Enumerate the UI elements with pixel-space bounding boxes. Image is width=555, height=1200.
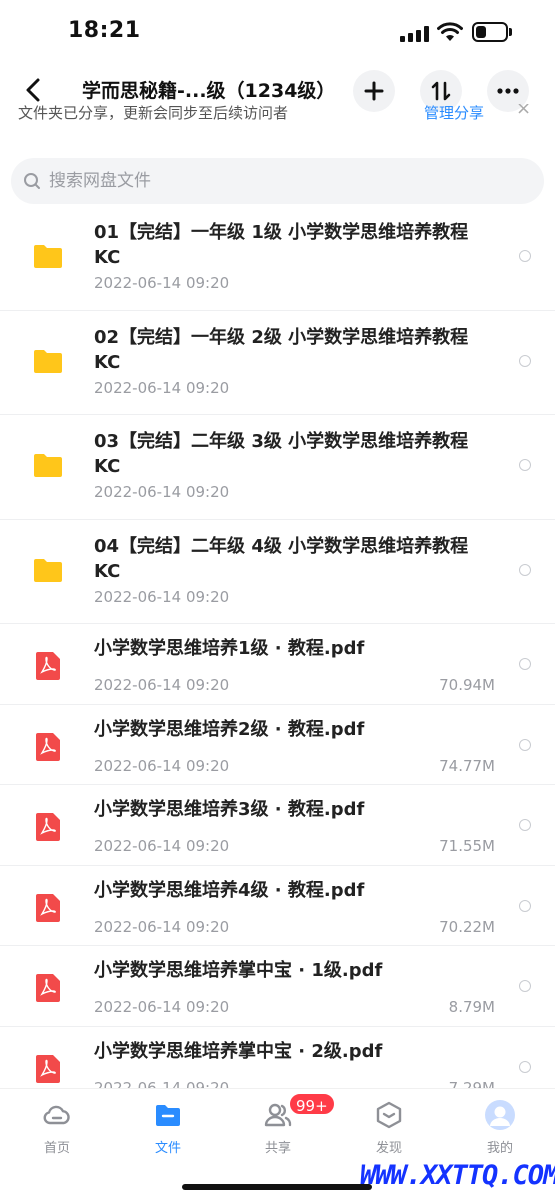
select-radio[interactable] <box>519 899 531 912</box>
file-row[interactable]: 小学数学思维培养3级 · 教程.pdf 2022-06-14 09:20 71.55… <box>0 785 555 866</box>
file-date: 2022-06-14 09:20 <box>94 998 230 1016</box>
tab-discover[interactable]: 发现 <box>349 1099 429 1159</box>
tab-me[interactable]: 我的 <box>460 1099 540 1159</box>
file-date: 2022-06-14 09:20 <box>94 587 230 606</box>
file-size: 70.22M <box>439 917 495 936</box>
file-date: 2022-06-14 09:20 <box>94 837 230 855</box>
file-row[interactable]: 小学数学思维培养掌中宝 · 1级.pdf 2022-06-14 09:20 8.79… <box>0 946 555 1027</box>
select-radio[interactable] <box>519 819 531 831</box>
page-title: 学而思秘籍-...级（1234级） <box>82 80 336 102</box>
folder-icon <box>34 453 62 477</box>
file-name: 01【完结】一年级 1级 小学数学思维培养教程 KC <box>94 222 469 268</box>
tab-share-label: 共享 <box>264 1141 291 1156</box>
select-radio[interactable] <box>519 354 531 367</box>
avatar-icon <box>485 1100 515 1130</box>
watermark: WWW.XXTTQ.COM <box>360 1160 555 1191</box>
discover-box-icon <box>376 1101 402 1129</box>
pdf-icon <box>36 813 60 841</box>
file-date: 2022-06-14 09:20 <box>94 1078 230 1089</box>
file-row[interactable]: 小学数学思维培养掌中宝 · 2级.pdf 2022-06-14 09:20 7.29… <box>0 1027 555 1089</box>
more-dots-icon <box>497 88 519 94</box>
manage-share-link[interactable]: 管理分享 <box>424 104 484 123</box>
close-icon[interactable]: × <box>516 104 531 119</box>
file-size: 71.55M <box>439 837 495 855</box>
share-count-badge: 99+ <box>288 1092 336 1116</box>
battery-icon <box>472 22 508 42</box>
pdf-icon <box>36 1054 60 1083</box>
file-date: 2022-06-14 09:20 <box>94 917 230 936</box>
select-radio[interactable] <box>519 1060 531 1073</box>
file-name: 02【完结】一年级 2级 小学数学思维培养教程 KC <box>94 326 469 373</box>
file-date: 2022-06-14 09:20 <box>94 274 230 292</box>
pdf-icon <box>36 893 60 922</box>
file-name: 04【完结】二年级 4级 小学数学思维培养教程 KC <box>94 535 469 582</box>
file-size: 8.79M <box>448 998 495 1016</box>
file-date: 2022-06-14 09:20 <box>94 483 230 501</box>
home-indicator <box>182 1184 372 1190</box>
tab-home-label: 首页 <box>43 1141 70 1156</box>
file-size: 70.94M <box>439 676 495 694</box>
select-radio[interactable] <box>519 738 531 751</box>
wifi-icon <box>437 22 463 41</box>
pdf-icon <box>36 732 60 761</box>
file-name: 小学数学思维培养2级 · 教程.pdf <box>94 718 365 740</box>
folder-row[interactable]: 03【完结】二年级 3级 小学数学思维培养教程 KC 2022-06-14 09:… <box>0 415 555 520</box>
pdf-icon <box>36 974 60 1002</box>
file-name: 小学数学思维培养掌中宝 · 1级.pdf <box>94 960 383 981</box>
file-name: 小学数学思维培养4级 · 教程.pdf <box>94 879 365 901</box>
search-icon <box>24 173 40 189</box>
folder-icon <box>34 558 62 582</box>
select-radio[interactable] <box>519 459 531 471</box>
select-radio[interactable] <box>519 250 531 262</box>
file-row[interactable]: 小学数学思维培养2级 · 教程.pdf 2022-06-14 09:20 74.77… <box>0 705 555 785</box>
folder-row[interactable]: 04【完结】二年级 4级 小学数学思维培养教程 KC 2022-06-14 09:… <box>0 520 555 624</box>
select-radio[interactable] <box>519 980 531 992</box>
select-radio[interactable] <box>519 563 531 576</box>
tab-files[interactable]: 文件 <box>128 1099 208 1159</box>
sort-arrows-icon <box>431 81 451 101</box>
file-name: 03【完结】二年级 3级 小学数学思维培养教程 KC <box>94 431 469 477</box>
tab-me-label: 我的 <box>486 1141 513 1156</box>
signal-icon <box>400 26 430 42</box>
folder-row[interactable]: 01【完结】一年级 1级 小学数学思维培养教程 KC 2022-06-14 09:… <box>0 206 555 311</box>
tab-home[interactable]: 首页 <box>17 1099 97 1159</box>
file-name: 小学数学思维培养1级 · 教程.pdf <box>94 638 365 659</box>
battery-cap <box>509 28 512 36</box>
status-bar: 18:21 <box>0 0 555 64</box>
folder-icon <box>34 349 62 373</box>
pdf-icon <box>36 652 60 680</box>
file-size: 7.29M <box>448 1078 495 1089</box>
status-time: 18:21 <box>68 18 141 43</box>
file-date: 2022-06-14 09:20 <box>94 756 230 775</box>
folder-row[interactable]: 02【完结】一年级 2级 小学数学思维培养教程 KC 2022-06-14 09:… <box>0 311 555 415</box>
back-button[interactable] <box>18 74 50 106</box>
select-radio[interactable] <box>519 658 531 670</box>
search-bar[interactable] <box>11 158 544 204</box>
file-date: 2022-06-14 09:20 <box>94 676 230 694</box>
file-name: 小学数学思维培养掌中宝 · 2级.pdf <box>94 1040 383 1062</box>
tab-discover-label: 发现 <box>375 1141 402 1156</box>
file-name: 小学数学思维培养3级 · 教程.pdf <box>94 799 365 820</box>
share-notice-text: 文件夹已分享，更新会同步至后续访问者 <box>18 104 289 122</box>
plus-icon <box>364 81 384 101</box>
share-notice-banner: 文件夹已分享，更新会同步至后续访问者 管理分享 × <box>0 104 555 126</box>
file-row[interactable]: 小学数学思维培养4级 · 教程.pdf 2022-06-14 09:20 70.22… <box>0 866 555 946</box>
cloud-home-icon <box>43 1105 70 1125</box>
file-date: 2022-06-14 09:20 <box>94 378 230 397</box>
file-size: 74.77M <box>439 756 495 775</box>
search-input[interactable] <box>49 158 529 204</box>
file-row[interactable]: 小学数学思维培养1级 · 教程.pdf 2022-06-14 09:20 70.94… <box>0 624 555 705</box>
tab-files-label: 文件 <box>154 1141 181 1156</box>
folder-icon <box>156 1105 180 1126</box>
folder-icon <box>34 244 62 268</box>
file-list: 01【完结】一年级 1级 小学数学思维培养教程 KC 2022-06-14 09:… <box>0 206 555 1088</box>
